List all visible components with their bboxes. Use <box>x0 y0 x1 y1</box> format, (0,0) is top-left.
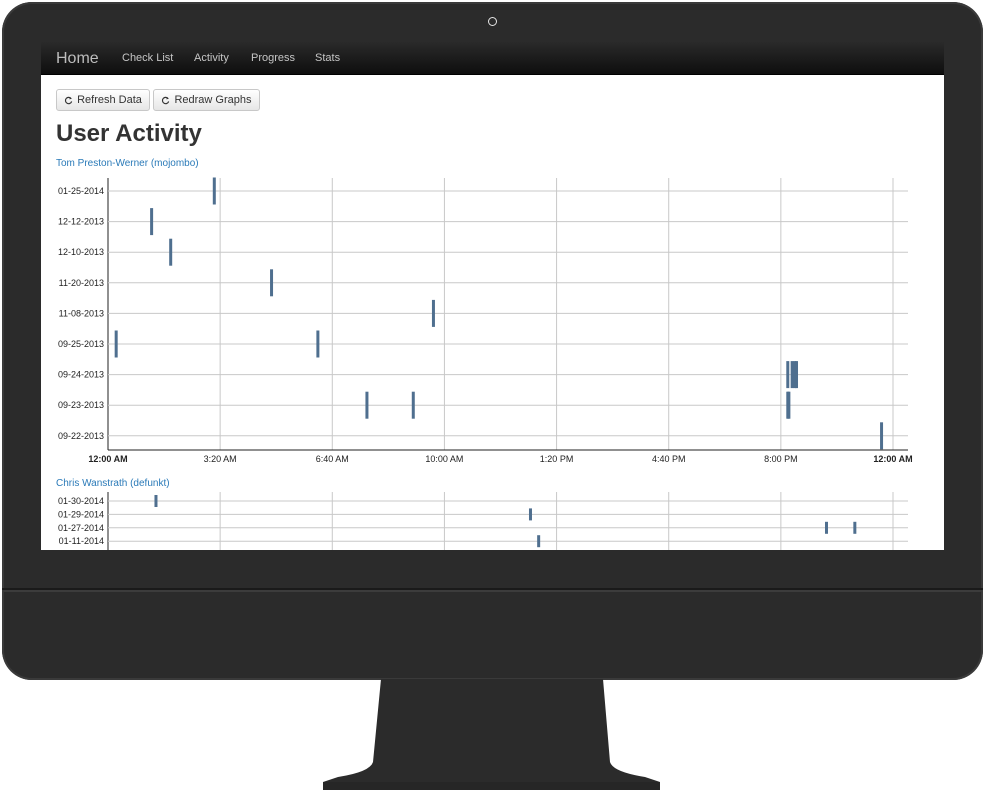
activity-mark <box>795 361 799 389</box>
activity-mark <box>365 391 369 419</box>
x-tick-label: 4:40 PM <box>652 454 686 464</box>
x-tick-label: 8:00 PM <box>764 454 798 464</box>
x-tick-label: 12:00 AM <box>873 454 912 464</box>
activity-chart-mojombo: 01-25-2014 12-12-2013 12-10-2013 11-20-2013… <box>58 177 913 464</box>
activity-mark <box>880 422 884 450</box>
navbar: Home Check List Activity Progress Stats <box>41 42 944 75</box>
refresh-icon <box>162 96 170 104</box>
activity-mark <box>787 391 791 419</box>
activity-mark <box>786 361 790 389</box>
screen: Home Check List Activity Progress Stats … <box>41 42 944 550</box>
y-tick-label: 12-10-2013 <box>58 247 104 257</box>
activity-mark <box>169 238 173 266</box>
x-tick-label: 1:20 PM <box>540 454 574 464</box>
x-tick-label: 6:40 AM <box>316 454 349 464</box>
refresh-data-label: Refresh Data <box>77 94 142 106</box>
y-tick-label: 01-25-2014 <box>58 186 104 196</box>
x-tick-label: 12:00 AM <box>88 454 127 464</box>
activity-mark <box>316 330 320 358</box>
activity-chart-defunkt: 01-30-2014 01-29-2014 01-27-2014 01-11-2014 <box>58 492 908 550</box>
y-tick-label: 12-12-2013 <box>58 217 104 227</box>
y-tick-label: 09-23-2013 <box>58 400 104 410</box>
activity-mark <box>150 208 154 236</box>
refresh-data-button[interactable]: Refresh Data <box>56 89 150 111</box>
y-tick-label: 11-08-2013 <box>59 308 104 318</box>
activity-mark <box>824 521 828 534</box>
nav-item-stats[interactable]: Stats <box>315 52 340 64</box>
y-tick-label: 09-22-2013 <box>58 431 104 441</box>
x-tick-label: 10:00 AM <box>425 454 463 464</box>
redraw-graphs-button[interactable]: Redraw Graphs <box>153 89 260 111</box>
activity-mark <box>270 269 274 297</box>
user-link-mojombo[interactable]: Tom Preston-Werner (mojombo) <box>56 158 199 169</box>
y-tick-label: 01-11-2014 <box>59 536 104 546</box>
activity-mark <box>431 299 435 327</box>
activity-mark <box>853 521 857 534</box>
y-tick-label: 01-27-2014 <box>58 523 104 533</box>
y-tick-label: 01-30-2014 <box>58 496 104 506</box>
x-tick-label: 3:20 AM <box>204 454 237 464</box>
activity-mark <box>212 177 216 205</box>
y-tick-label: 01-29-2014 <box>58 509 104 519</box>
y-tick-label: 09-25-2013 <box>58 339 104 349</box>
page-title: User Activity <box>56 120 202 147</box>
nav-brand-home[interactable]: Home <box>56 50 99 68</box>
activity-mark <box>411 391 415 419</box>
nav-item-activity[interactable]: Activity <box>194 52 229 64</box>
activity-mark <box>154 495 158 507</box>
nav-item-progress[interactable]: Progress <box>251 52 295 64</box>
activity-mark <box>790 361 794 389</box>
y-tick-label: 09-24-2013 <box>58 370 104 380</box>
refresh-icon <box>65 96 73 104</box>
nav-item-check-list[interactable]: Check List <box>122 52 173 64</box>
activity-mark <box>528 508 532 521</box>
redraw-graphs-label: Redraw Graphs <box>174 94 252 106</box>
y-tick-label: 11-20-2013 <box>59 278 104 288</box>
activity-mark <box>114 330 118 358</box>
user-link-defunkt[interactable]: Chris Wanstrath (defunkt) <box>56 478 170 489</box>
activity-mark <box>537 535 541 548</box>
